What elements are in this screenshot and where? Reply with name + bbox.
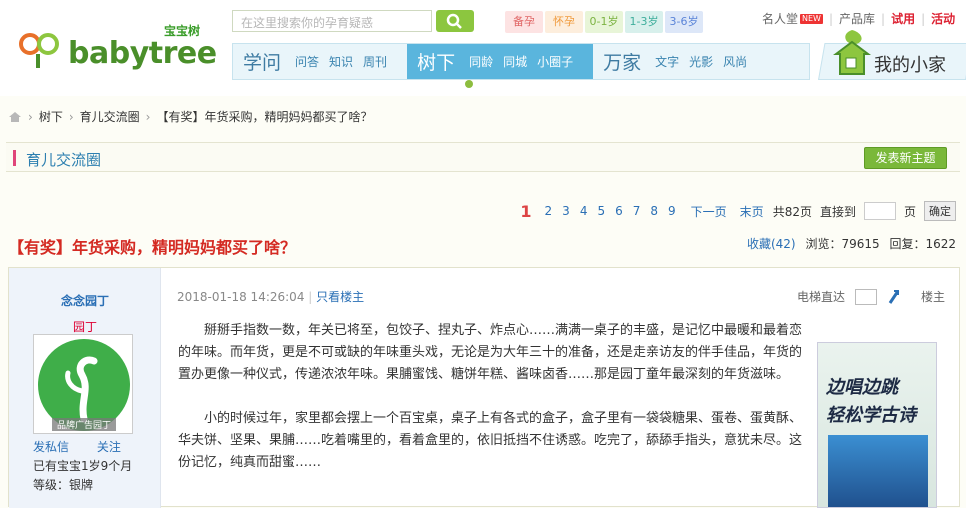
favorite-link[interactable]: 收藏(42) xyxy=(747,237,796,251)
my-home-label[interactable]: 我的小家 xyxy=(874,51,946,77)
reply-count: 回复：1622 xyxy=(889,237,956,251)
post-body: 掰掰手指数一数，年关已将至，包饺子、捏丸子、炸点心……满满一桌子的丰盛，是记忆中… xyxy=(178,320,806,496)
trial-link[interactable]: 试用 xyxy=(891,10,915,27)
new-topic-button[interactable]: 发表新主题 xyxy=(864,147,947,169)
ad-line-1: 边唱边跳 xyxy=(826,377,898,398)
breadcrumb: › 树下 › 育儿交流圈 › 【有奖】年货采购，精明妈妈都买了啥？ xyxy=(8,108,372,125)
stage-tab[interactable]: 怀孕 xyxy=(545,11,583,33)
post-paragraph: 小的时候过年，家里都会摆上一个百宝桌，桌子上有各式的盒子，盒子里有一袋袋糖果、蛋… xyxy=(178,411,803,470)
search-button[interactable] xyxy=(436,10,474,32)
chevron-right-icon: › xyxy=(145,109,151,124)
avatar-tag: 品牌广告园丁 xyxy=(52,418,116,431)
view-count: 浏览：79615 xyxy=(805,237,880,251)
post: 念念园丁 园丁 品牌广告园丁 发私信 关注 已有宝宝1岁9个月 等级：银牌 20… xyxy=(8,267,960,508)
floor-input[interactable] xyxy=(855,288,878,305)
pagination: 1 2 3 4 5 6 7 8 9 下一页 末页 共82页 直接到 页 确定 xyxy=(520,201,956,221)
goto-label: 直接到 xyxy=(819,204,856,219)
page-link[interactable]: 2 xyxy=(545,204,553,218)
thread-title: 【有奖】年货采购，精明妈妈都买了啥？ xyxy=(8,238,297,257)
page-link[interactable]: 6 xyxy=(615,204,623,218)
home-icon[interactable] xyxy=(8,111,22,123)
nav-sub-link[interactable]: 光影 xyxy=(689,53,713,70)
jump-arrow-icon[interactable] xyxy=(887,289,901,305)
post-main: 2018-01-18 14:26:04 | 只看楼主 电梯直达 楼主 掰掰手指数… xyxy=(161,268,959,508)
author-sidebar: 念念园丁 园丁 品牌广告园丁 发私信 关注 已有宝宝1岁9个月 等级：银牌 xyxy=(9,268,161,508)
nav-section-shuxia: 树下 同龄 同城 小圈子 xyxy=(407,44,594,79)
stage-tab[interactable]: 0-1岁 xyxy=(585,11,623,33)
page-link[interactable]: 8 xyxy=(650,204,658,218)
stage-tabs: 备孕 怀孕 0-1岁 1-3岁 3-6岁 xyxy=(505,11,703,33)
goto-confirm-button[interactable]: 确定 xyxy=(924,201,956,221)
post-meta: 2018-01-18 14:26:04 | 只看楼主 xyxy=(177,290,365,304)
post-paragraph: 掰掰手指数一数，年关已将至，包饺子、捏丸子、炸点心……满满一桌子的丰盛，是记忆中… xyxy=(178,323,803,382)
stage-tab[interactable]: 1-3岁 xyxy=(625,11,663,33)
nav-section-wanjia: 万家 文字 光影 风尚 xyxy=(593,44,767,79)
breadcrumb-item[interactable]: 育儿交流圈 xyxy=(80,108,140,125)
stage-tab[interactable]: 备孕 xyxy=(505,11,543,33)
next-page-link[interactable]: 下一页 xyxy=(691,203,727,220)
nav-main-link[interactable]: 万家 xyxy=(603,48,641,75)
ad-banner[interactable]: 边唱边跳 轻松学古诗 xyxy=(817,342,937,508)
page-link[interactable]: 4 xyxy=(580,204,588,218)
current-page: 1 xyxy=(520,201,532,221)
board-bar: 育儿交流圈 发表新主题 xyxy=(6,142,960,172)
search-input[interactable]: 在这里搜索你的孕育疑惑 xyxy=(232,10,432,32)
top-links: 名人堂 NEW | 产品库 | 试用 | 活动 xyxy=(762,10,956,27)
page-unit: 页 xyxy=(903,204,916,219)
nav-sub-link[interactable]: 文字 xyxy=(655,53,679,70)
author-name[interactable]: 念念园丁 xyxy=(9,292,161,309)
nav-main-link[interactable]: 树下 xyxy=(417,48,455,75)
nav-sub-link[interactable]: 小圈子 xyxy=(537,53,573,70)
babytree-logo[interactable]: 宝宝树 babytree xyxy=(18,24,218,71)
site-header: 宝宝树 babytree 在这里搜索你的孕育疑惑 备孕 怀孕 0-1岁 1-3岁… xyxy=(0,0,966,96)
last-page-link[interactable]: 末页 xyxy=(740,203,764,220)
chevron-right-icon: › xyxy=(68,109,74,124)
follow-link[interactable]: 关注 xyxy=(97,440,121,454)
active-nav-indicator xyxy=(465,80,473,88)
page-link[interactable]: 7 xyxy=(633,204,641,218)
floor-label: 楼主 xyxy=(921,290,946,304)
thread-stats: 收藏(42) 浏览：79615 回复：1622 xyxy=(747,235,956,252)
nav-sub-link[interactable]: 同城 xyxy=(503,53,527,70)
author-rank: 园丁 xyxy=(72,320,97,334)
celebrity-link[interactable]: 名人堂 xyxy=(762,10,798,27)
board-name[interactable]: 育儿交流圈 xyxy=(26,149,101,170)
only-op-link[interactable]: 只看楼主 xyxy=(316,290,364,304)
author-actions: 发私信 关注 xyxy=(33,438,145,455)
chevron-right-icon: › xyxy=(28,109,33,124)
author-level: 等级：银牌 xyxy=(33,478,94,492)
nav-sub-link[interactable]: 问答 xyxy=(295,53,319,70)
main-nav: 学问 问答 知识 周刊 树下 同龄 同城 小圈子 万家 文字 光影 风尚 xyxy=(232,43,810,80)
board-marker xyxy=(13,150,16,166)
elevator-label: 电梯直达 xyxy=(797,290,846,304)
products-link[interactable]: 产品库 xyxy=(839,10,875,27)
logo-icon xyxy=(19,33,59,68)
nav-section-xuewen: 学问 问答 知识 周刊 xyxy=(233,44,407,79)
activity-link[interactable]: 活动 xyxy=(931,10,955,27)
search-icon xyxy=(446,13,462,29)
nav-sub-link[interactable]: 周刊 xyxy=(363,53,387,70)
breadcrumb-item[interactable]: 树下 xyxy=(39,108,63,125)
send-message-link[interactable]: 发私信 xyxy=(33,440,69,454)
post-time: 2018-01-18 14:26:04 xyxy=(177,290,305,304)
page-link[interactable]: 9 xyxy=(668,204,676,218)
avatar[interactable]: 品牌广告园丁 xyxy=(33,334,133,434)
floor-jump: 电梯直达 楼主 xyxy=(797,288,945,305)
ad-line-2: 轻松学古诗 xyxy=(826,405,916,426)
goto-page-input[interactable] xyxy=(863,202,896,220)
nav-sub-link[interactable]: 风尚 xyxy=(723,53,747,70)
logo-en-text: babytree xyxy=(68,36,217,71)
ad-image xyxy=(828,435,928,507)
house-icon xyxy=(833,30,871,75)
page-link[interactable]: 5 xyxy=(597,204,605,218)
nav-main-link[interactable]: 学问 xyxy=(243,48,281,75)
nav-sub-link[interactable]: 同龄 xyxy=(469,53,493,70)
total-pages: 共82页 xyxy=(772,204,812,219)
page-link[interactable]: 3 xyxy=(562,204,570,218)
breadcrumb-current: 【有奖】年货采购，精明妈妈都买了啥？ xyxy=(156,110,373,124)
new-badge: NEW xyxy=(800,13,823,24)
nav-sub-link[interactable]: 知识 xyxy=(329,53,353,70)
author-baby-age: 已有宝宝1岁9个月 xyxy=(33,459,133,473)
stage-tab[interactable]: 3-6岁 xyxy=(665,11,703,33)
